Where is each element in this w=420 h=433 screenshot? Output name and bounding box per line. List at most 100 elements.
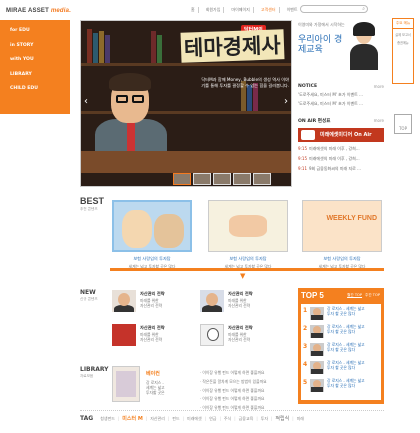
top-navigation: 홈 회원가입 마이페이지 고객센터 이벤트 — [188, 7, 301, 13]
quick-menu-item[interactable]: 실제 보고서 — [393, 33, 413, 37]
tag-bar: TAG 청생펀드 | 미스터 M | 자산관리 | 펀드 | 미래에셋 | 연금 | 주식 |… — [80, 415, 304, 422]
bookshelf — [81, 63, 291, 66]
new-item[interactable]: 자산관리 전략 미래를 위한 자산관리 전략 — [200, 290, 284, 318]
divider — [80, 410, 384, 411]
site-logo[interactable]: MIRAE ASSET media. — [6, 8, 71, 14]
new-item[interactable]: 자산관리 전략 미래를 위한 자산관리 전략 — [112, 290, 196, 318]
library-list-item[interactable]: · 이이장 유행 펀드 어떻게 하면 좋을까요 — [200, 388, 267, 394]
top-button[interactable]: TOP — [394, 114, 412, 134]
quick-menu: 주요 메뉴 실제 보고서 증권메뉴 — [392, 18, 414, 84]
tag-item[interactable]: 펀드 — [172, 416, 179, 422]
tag-item[interactable]: 청생펀드 — [100, 416, 115, 422]
lady-illustration — [348, 22, 378, 70]
library-list-item[interactable]: · 작은돈을 알차게 모으는 방법이 있을까요 — [200, 379, 267, 385]
hero-thumb[interactable] — [253, 173, 271, 185]
library-list-item[interactable]: · 이이장 유행 펀드 어떻게 하면 좋을까요 — [200, 370, 267, 376]
hero-thumb[interactable] — [233, 173, 251, 185]
hero-prev-arrow[interactable]: ‹ — [84, 96, 88, 107]
library-subtitle: 자료모음 — [80, 374, 94, 378]
leftmenu-item-you[interactable]: with YOU — [10, 57, 70, 62]
tab-weekly-top[interactable]: 주간 TOP — [365, 293, 380, 298]
onair-item[interactable]: 9:15 미래에셋의 미래 이후 , 강희... — [298, 146, 384, 152]
topnav-home[interactable]: 홈 — [188, 7, 199, 13]
tv-icon — [301, 130, 315, 140]
topnav-join[interactable]: 회원가입 — [203, 7, 225, 13]
best-title: BEST — [80, 196, 105, 206]
best-card-title: 보험 사랑임의 투자탐 — [133, 256, 171, 261]
leftmenu-item-story[interactable]: in STORY — [10, 43, 70, 48]
hero-banner[interactable]: 닥터M의 테마경제사 닥터M과 함께 Money, Bubble의 생성 역사 … — [80, 20, 292, 187]
tab-monthly-top[interactable]: 월간 TOP — [347, 293, 362, 298]
best-card-title: 보험 사랑임의 투자탐 — [229, 256, 267, 261]
notice-item[interactable]: '도로주세요, 미스터 M' 초가 이벤트 ... — [298, 92, 384, 98]
tag-item[interactable]: 금융교육 — [239, 416, 254, 422]
top5-item[interactable]: 4강 로지스 - 세계는 넓고 투자 할 곳은 많다 — [303, 360, 379, 379]
tag-item[interactable]: 주식 — [224, 416, 231, 422]
notice-item[interactable]: '도로주세요, 미스터 M' 초가 이벤트 ... — [298, 101, 384, 107]
hero-next-arrow[interactable]: › — [284, 96, 288, 107]
topnav-event[interactable]: 이벤트 — [284, 7, 301, 13]
onair-item[interactable]: 9:15 미래에셋의 미래 이후 , 강희... — [298, 156, 384, 162]
library-book-info: 베이컨 강 로지스 - 세계는 넓고 투자할 곳은 — [146, 370, 165, 395]
best-card[interactable]: 보험 사랑임의 투자탐 세계는 넓고 투자할 곳은 많다 — [208, 200, 288, 270]
library-book-title[interactable]: 베이컨 — [146, 370, 165, 377]
best-card-title: 보험 사랑임의 투자탐 — [323, 256, 361, 261]
logo-text: MIRAE ASSET — [6, 8, 49, 14]
tag-item[interactable]: 미래 — [297, 416, 304, 422]
onair-button[interactable]: 미래에셋미디어 On Air — [298, 128, 384, 142]
library-book-cover[interactable] — [112, 366, 140, 402]
leftmenu-item-edu[interactable]: for EDU — [10, 28, 70, 33]
hero-thumb[interactable] — [173, 173, 191, 185]
divider — [110, 268, 384, 271]
onair-more-link[interactable]: more — [374, 118, 384, 123]
onair-section: ON AIR 편성표 more 미래에셋미디어 On Air 9:15 미래에셋의 … — [298, 118, 384, 172]
search-input[interactable]: ⌕ — [300, 5, 368, 13]
library-title: LIBRARY — [80, 366, 109, 373]
hero-thumb[interactable] — [213, 173, 231, 185]
tag-item[interactable]: 연금 — [209, 416, 216, 422]
weekly-fund-label: WEEKLY FUND — [326, 215, 377, 222]
leftmenu-item-library[interactable]: LIBRARY — [10, 72, 70, 77]
notice-section: NOTICE more '도로주세요, 미스터 M' 초가 이벤트 ... '도로… — [298, 84, 384, 107]
best-card[interactable]: 보험 사랑임의 투자탐 세계는 넓고 투자할 곳은 많다 — [112, 200, 192, 270]
topnav-support[interactable]: 고객센터 — [258, 7, 280, 13]
search-icon[interactable]: ⌕ — [362, 6, 365, 12]
top5-item[interactable]: 5강 로지스 - 세계는 넓고 투자 할 곳은 많다 — [303, 378, 379, 397]
hero-thumbnails — [173, 173, 271, 185]
tag-item[interactable]: 자산관리 — [150, 416, 165, 422]
hero-thumb[interactable] — [193, 173, 211, 185]
topnav-mypage[interactable]: 마이페이지 — [228, 7, 254, 13]
notice-more-link[interactable]: more — [374, 84, 384, 89]
tag-item[interactable]: 미래에셋 — [187, 416, 202, 422]
best-card[interactable]: WEEKLY FUND 보험 사랑임의 투자탐 세계는 넓고 투자할 곳은 많다 — [302, 200, 382, 270]
chevron-down-icon[interactable]: ▼ — [240, 272, 245, 280]
tag-item[interactable]: 적립식 — [275, 415, 289, 422]
onair-label: 미래에셋미디어 On Air — [320, 132, 372, 138]
logo-accent: media. — [50, 8, 72, 14]
desk — [81, 151, 291, 173]
new-item[interactable]: 자산관리 전략 미래를 위한 자산관리 전략 — [200, 324, 284, 352]
library-list-item[interactable]: · 이이장 유행 펀드 어떻게 하면 좋을까요 — [200, 396, 267, 402]
quick-menu-header: 주요 메뉴 — [393, 19, 413, 29]
top5-item[interactable]: 1강 로지스 - 세계는 넓고 투자 할 곳은 많다 — [303, 306, 379, 325]
onair-title: ON AIR 편성표 — [298, 119, 331, 124]
top5-panel: TOP 5 월간 TOP 주간 TOP 1강 로지스 - 세계는 넓고 투자 할 … — [298, 288, 384, 404]
promo-banner[interactable]: 이영미와 가정에서 시작하는 우리아이 경제교육 — [298, 20, 384, 82]
quick-menu-item[interactable]: 증권메뉴 — [393, 41, 413, 45]
best-header: BEST 추천 콘텐츠 — [80, 196, 104, 212]
top5-item[interactable]: 2강 로지스 - 세계는 넓고 투자 할 곳은 많다 — [303, 324, 379, 343]
promo-small-text: 이영미와 가정에서 시작하는 — [298, 22, 345, 27]
tag-item[interactable]: 미스터 M — [122, 415, 143, 422]
tag-label: TAG — [80, 415, 94, 422]
hero-title: 테마경제사 — [180, 29, 285, 63]
promo-big-text: 우리아이 경제교육 — [298, 35, 343, 55]
leftmenu-item-child-edu[interactable]: CHILD EDU — [10, 86, 70, 91]
onair-item[interactable]: 9:11 9회 금융동화씨의 미래 지로 ... — [298, 166, 384, 172]
library-list: · 이이장 유행 펀드 어떻게 하면 좋을까요 · 작은돈을 알차게 모으는 방… — [200, 370, 267, 414]
tag-item[interactable]: 투자 — [261, 416, 268, 422]
new-title: NEW — [80, 289, 96, 296]
new-header: NEW 신규 콘텐츠 — [80, 289, 98, 302]
new-item[interactable]: 자산관리 전략 미래를 위한 자산관리 전략 — [112, 324, 196, 352]
notice-title: NOTICE — [298, 84, 318, 89]
top5-item[interactable]: 3강 로지스 - 세계는 넓고 투자 할 곳은 많다 — [303, 342, 379, 361]
